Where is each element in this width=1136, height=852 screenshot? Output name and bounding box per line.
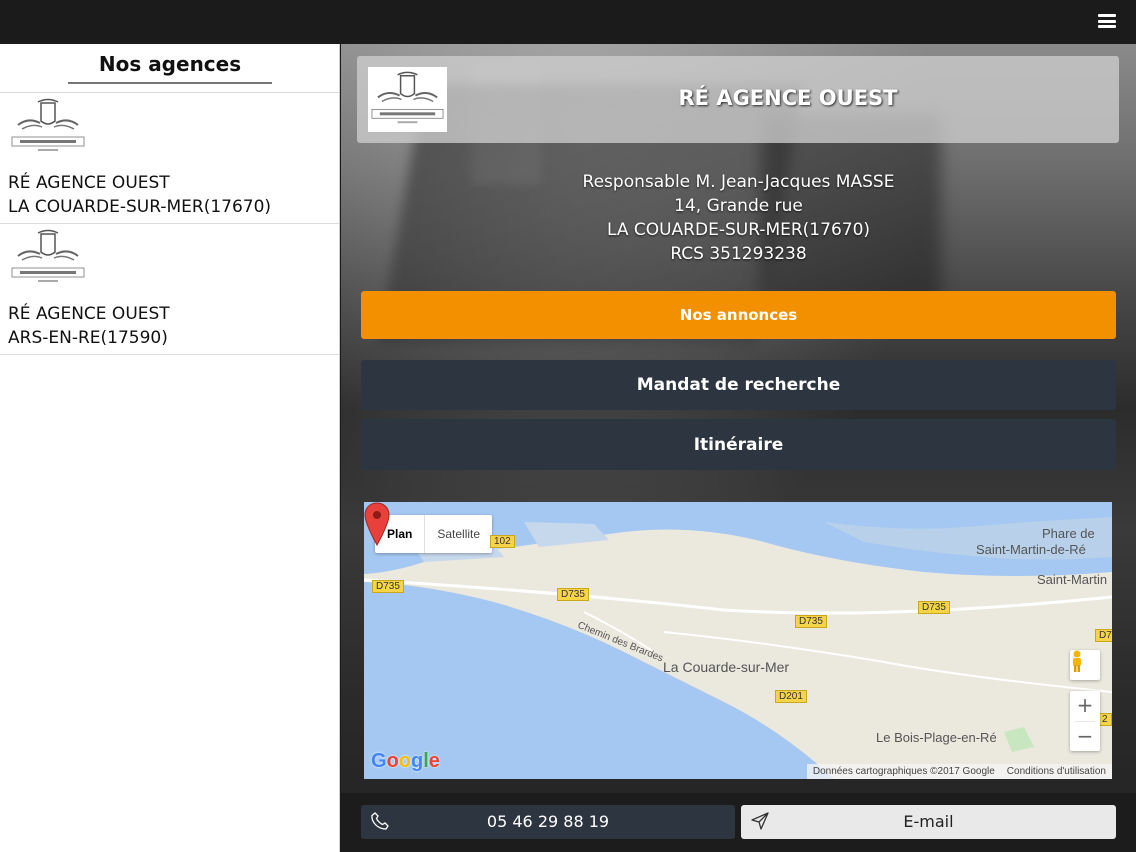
map-attribution: Données cartographiques ©2017 Google Con… (806, 764, 1112, 779)
road-shield: D735 (372, 580, 404, 593)
agency-location: LA COUARDE-SUR-MER(17670) (8, 197, 272, 217)
agency-street: 14, Grande rue (674, 196, 803, 216)
road-shield: D201 (775, 690, 807, 703)
map-type-control: Plan Satellite (375, 515, 493, 553)
contact-bar: 05 46 29 88 19 E-mail (341, 793, 1136, 852)
zoom-out-button[interactable]: − (1070, 722, 1100, 752)
email-button[interactable]: E-mail (741, 805, 1116, 839)
road-shield: 102 (490, 535, 515, 548)
google-logo: Google (371, 750, 440, 772)
agency-name: RÉ AGENCE OUEST (8, 304, 170, 324)
location-pin-icon[interactable] (364, 502, 390, 546)
agency-location: ARS-EN-RE(17590) (8, 328, 168, 348)
road-shield: 2 (1098, 713, 1112, 726)
map-data-credit: Données cartographiques ©2017 Google (812, 766, 995, 777)
agency-responsible: Responsable M. Jean-Jacques MASSE (582, 172, 895, 192)
sidebar-header: Nos agences (0, 44, 339, 93)
map-type-satellite[interactable]: Satellite (425, 515, 492, 553)
zoom-control: + − (1070, 691, 1100, 751)
agency-rcs: RCS 351293238 (670, 244, 807, 264)
agency-title: RÉ AGENCE OUEST (678, 86, 898, 110)
road-shield: D735 (795, 615, 827, 628)
listings-button[interactable]: Nos annonces (361, 291, 1116, 339)
map-place-label: Le Bois-Plage-en-Ré (876, 730, 997, 745)
location-map[interactable]: Plan Satellite Phare de Saint-Martin-de-… (364, 502, 1112, 779)
search-mandate-button[interactable]: Mandat de recherche (361, 360, 1116, 410)
agency-header-card: RÉ AGENCE OUEST (357, 56, 1119, 143)
map-terms-link[interactable]: Conditions d'utilisation (1001, 766, 1112, 777)
phone-button[interactable]: 05 46 29 88 19 (361, 805, 735, 839)
map-place-label: Saint-Martin-de-Ré (976, 542, 1086, 557)
road-shield: D73 (1095, 629, 1112, 642)
agency-logo-icon (8, 95, 88, 159)
road-shield: D735 (557, 588, 589, 601)
agency-name: RÉ AGENCE OUEST (8, 173, 170, 193)
map-place-label: Saint-Martin (1037, 572, 1108, 587)
hamburger-menu-icon[interactable] (1098, 14, 1116, 28)
agency-list-item[interactable]: RÉ AGENCE OUEST ARS-EN-RE(17590) (0, 224, 339, 355)
phone-number: 05 46 29 88 19 (486, 812, 610, 831)
map-place-label: Phare de (1042, 526, 1095, 541)
map-place-label: La Couarde-sur-Mer (663, 659, 790, 675)
street-view-pegman-icon[interactable] (1070, 650, 1100, 680)
agency-info: Responsable M. Jean-Jacques MASSE 14, Gr… (341, 170, 1136, 266)
zoom-in-button[interactable]: + (1070, 691, 1100, 721)
agency-logo-icon (8, 226, 88, 290)
sidebar-title: Nos agences (68, 52, 272, 84)
email-label: E-mail (903, 812, 954, 831)
agency-logo-icon (368, 67, 447, 132)
itinerary-button[interactable]: Itinéraire (361, 419, 1116, 470)
agency-detail: RÉ AGENCE OUEST Responsable M. Jean-Jacq… (341, 44, 1136, 852)
agency-sidebar: Nos agences RÉ AGENCE OUEST LA COUARDE-S… (0, 44, 340, 852)
agency-city: LA COUARDE-SUR-MER(17670) (606, 220, 871, 240)
road-shield: D735 (918, 601, 950, 614)
top-bar (0, 0, 1136, 44)
agency-list-item[interactable]: RÉ AGENCE OUEST LA COUARDE-SUR-MER(17670… (0, 93, 339, 224)
